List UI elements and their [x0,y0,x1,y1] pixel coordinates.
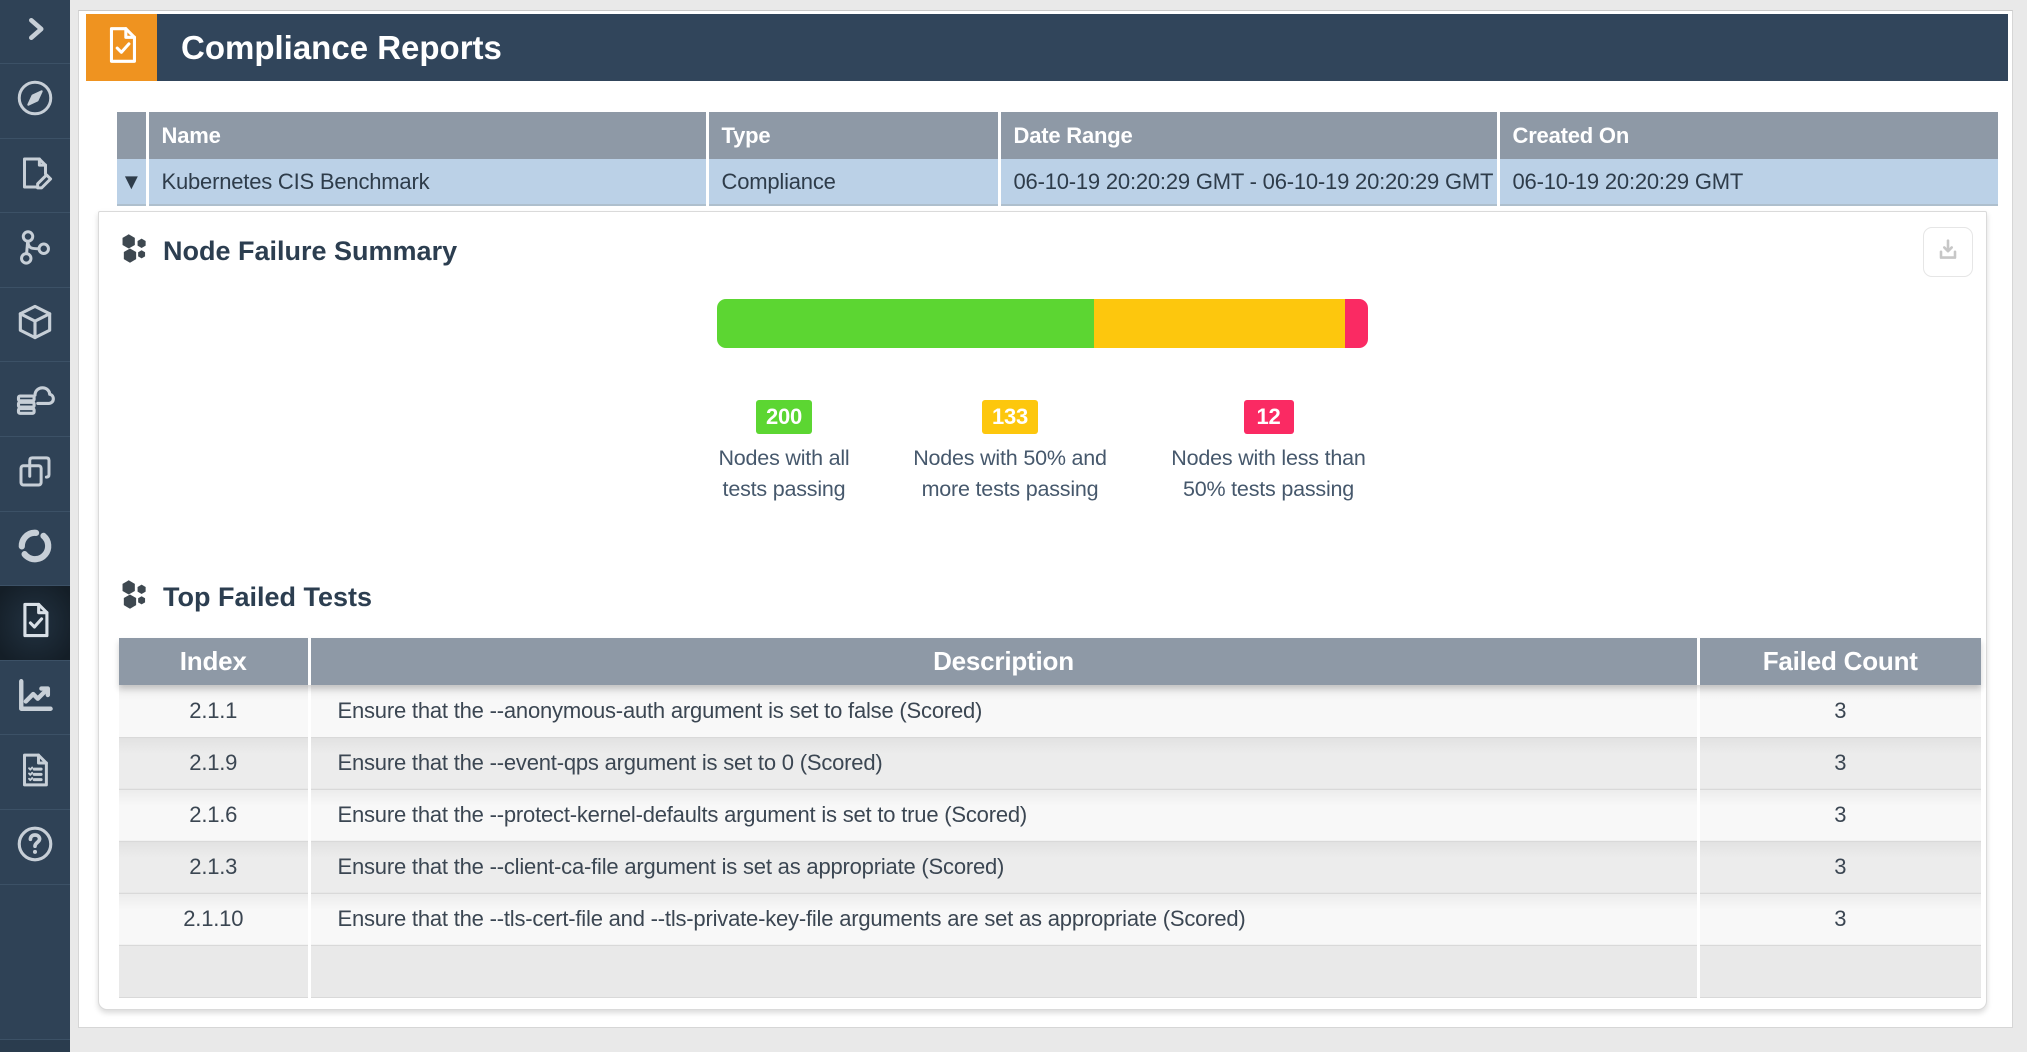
test-failed-count: 3 [1698,893,1981,945]
cube-icon [13,300,57,349]
bar-segment-partial [1094,299,1345,348]
sidebar-item-help[interactable] [0,810,70,885]
section-title-node-failure-summary: Node Failure Summary [163,236,457,267]
test-description: Ensure that the --client-ca-file argumen… [309,841,1698,893]
sidebar-item-audit-reports[interactable] [0,735,70,810]
legend-value-badge: 133 [982,400,1038,434]
bar-segment-passing [717,299,1094,348]
page-title-bar: Compliance Reports [157,14,2008,81]
sidebar-footer [0,1040,70,1052]
column-header-failed-count: Failed Count [1698,638,1981,685]
failed-test-row: 2.1.3 Ensure that the --client-ca-file a… [119,841,1981,893]
legend-label: Nodes with all tests passing [697,443,872,504]
checklist-document-icon [14,749,56,796]
document-check-icon [13,598,57,647]
column-header-description: Description [309,638,1698,685]
test-index: 2.1.6 [119,789,309,841]
download-icon [1934,236,1962,269]
column-header-date-range: Date Range [999,112,1498,159]
failed-test-row: 2.1.9 Ensure that the --event-qps argume… [119,737,1981,789]
node-failure-stacked-bar [717,299,1368,348]
ring-icon [13,524,57,573]
legend-label: Nodes with 50% and more tests passing [888,443,1133,504]
test-failed-count: 3 [1698,685,1981,737]
legend-value-badge: 12 [1244,400,1294,434]
report-row[interactable]: ▼ Kubernetes CIS Benchmark Compliance 06… [117,159,1998,205]
legend-label: Nodes with less than 50% tests passing [1149,443,1389,504]
section-title-top-failed-tests: Top Failed Tests [163,582,372,613]
compliance-reports-table: Name Type Date Range Created On ▼ Kubern… [117,112,1998,206]
test-description: Ensure that the --tls-cert-file and --tl… [309,893,1698,945]
failed-tests-header-row: Index Description Failed Count [119,638,1981,685]
column-header-name: Name [147,112,707,159]
legend-item-failing: 12 Nodes with less than 50% tests passin… [1149,400,1389,504]
test-index: 2.1.10 [119,893,309,945]
test-description [309,945,1698,997]
sidebar-item-workloads[interactable] [0,288,70,363]
document-check-icon [99,22,145,73]
test-index: 2.1.1 [119,685,309,737]
report-type-cell: Compliance [707,159,999,205]
column-header-type: Type [707,112,999,159]
sidebar-item-policies[interactable] [0,139,70,214]
node-failure-summary-header: Node Failure Summary [99,212,1986,269]
sidebar-item-benchmarks[interactable] [0,661,70,736]
layers-icon [14,450,56,497]
compass-icon [14,77,56,124]
empty-row [119,945,1981,997]
test-failed-count: 3 [1698,841,1981,893]
cloud-stack-icon [13,375,57,424]
sidebar-item-runtime[interactable] [0,512,70,587]
report-date-range-cell: 06-10-19 20:20:29 GMT - 06-10-19 20:20:2… [999,159,1498,205]
sidebar-item-compliance-reports[interactable] [0,586,70,661]
report-name-cell: Kubernetes CIS Benchmark [147,159,707,205]
failed-test-row: 2.1.10 Ensure that the --tls-cert-file a… [119,893,1981,945]
test-index: 2.1.3 [119,841,309,893]
test-description: Ensure that the --protect-kernel-default… [309,789,1698,841]
legend-item-passing: 200 Nodes with all tests passing [697,400,872,504]
page-title: Compliance Reports [181,29,502,67]
legend-item-partial: 133 Nodes with 50% and more tests passin… [888,400,1133,504]
network-nodes-icon [14,226,56,273]
edit-document-icon [14,152,56,199]
row-expander-toggle[interactable]: ▼ [117,159,147,205]
test-failed-count: 3 [1698,789,1981,841]
compliance-header-icon-box [86,14,157,81]
reports-table-header-row: Name Type Date Range Created On [117,112,1998,159]
expander-column-header [117,112,147,159]
test-description: Ensure that the --anonymous-auth argumen… [309,685,1698,737]
sidebar-spacer [0,885,70,1040]
question-circle-icon [13,822,57,871]
chart-line-icon [13,673,57,722]
bar-segment-failing [1345,299,1368,348]
sidebar-item-dashboard[interactable] [0,64,70,139]
report-detail-panel: Node Failure Summary 200 Nodes with all … [98,211,1987,1010]
top-failed-tests-header: Top Failed Tests [99,558,1986,615]
sidebar-item-registries[interactable] [0,362,70,437]
column-header-created-on: Created On [1498,112,1998,159]
page-header: Compliance Reports [86,14,2008,81]
hexagon-cluster-icon [119,233,150,269]
sidebar-item-containers[interactable] [0,437,70,512]
sidebar-item-network-topology[interactable] [0,213,70,288]
sidebar-expand-button[interactable] [0,0,70,64]
test-index [119,945,309,997]
failed-test-row: 2.1.1 Ensure that the --anonymous-auth a… [119,685,1981,737]
column-header-index: Index [119,638,309,685]
hexagon-cluster-icon [119,579,150,615]
failed-test-row: 2.1.6 Ensure that the --protect-kernel-d… [119,789,1981,841]
download-report-button[interactable] [1923,227,1973,277]
top-failed-tests-table: Index Description Failed Count 2.1.1 Ens… [119,638,1981,998]
test-failed-count: 3 [1698,737,1981,789]
main-panel: Compliance Reports Name Type Date Range … [78,10,2013,1028]
legend-value-badge: 200 [756,400,812,434]
test-description: Ensure that the --event-qps argument is … [309,737,1698,789]
test-failed-count [1698,945,1981,997]
chart-legend: 200 Nodes with all tests passing 133 Nod… [99,400,1986,504]
sidebar [0,0,70,1052]
chevron-right-icon [20,14,50,49]
report-created-on-cell: 06-10-19 20:20:29 GMT [1498,159,1998,205]
test-index: 2.1.9 [119,737,309,789]
